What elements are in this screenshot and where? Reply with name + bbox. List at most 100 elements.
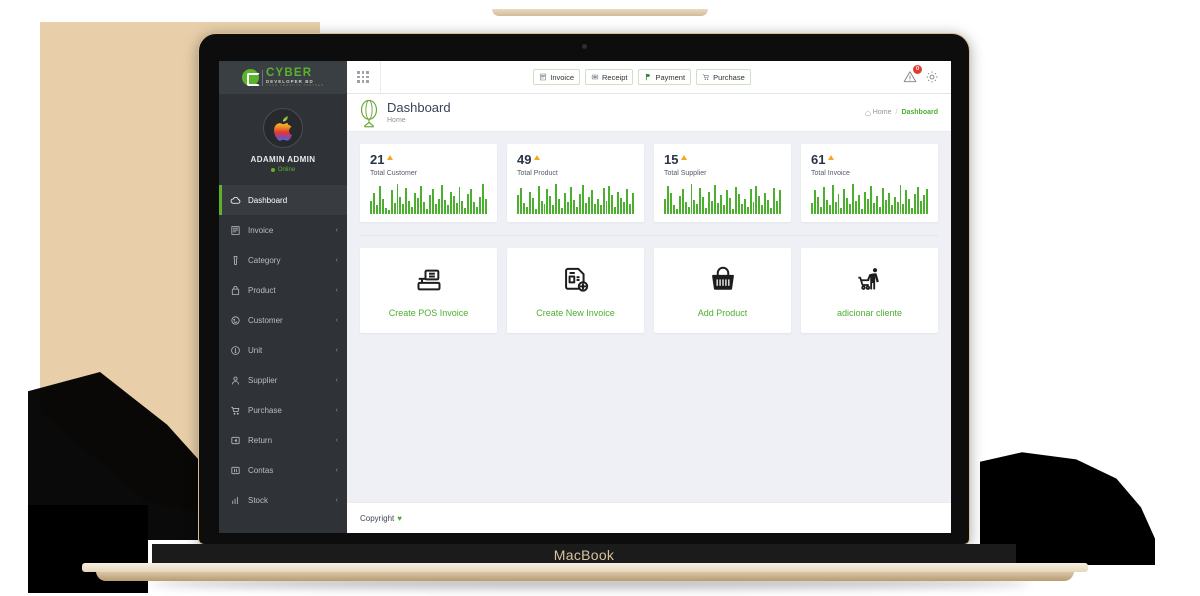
gear-icon[interactable] — [925, 70, 939, 84]
sidebar-item-supplier[interactable]: Supplier ‹ — [219, 365, 347, 395]
topbar-button-label: Invoice — [550, 72, 575, 82]
chevron-left-icon: ‹ — [335, 436, 338, 444]
page-title: Dashboard — [387, 99, 451, 115]
sidebar-item-customer[interactable]: Customer ‹ — [219, 305, 347, 335]
sidebar-item-return[interactable]: Return ‹ — [219, 425, 347, 455]
breadcrumb-home-label: Home — [872, 109, 892, 116]
action-card-label: Add Product — [697, 308, 748, 318]
logo-text: CYBER DEVELOPER BD YOUR CREATIVE PARTNER — [265, 67, 325, 88]
chevron-left-icon: ‹ — [335, 226, 338, 234]
sidebar-item-stock[interactable]: Stock ‹ — [219, 485, 347, 515]
breadcrumb-separator: / — [895, 109, 898, 116]
breadcrumb: Home / Dashboard — [865, 109, 938, 116]
sidebar-item-label: Stock — [248, 495, 269, 505]
topbar: Invoice Receipt Payment Purchase 0 — [347, 61, 951, 94]
screenshot-stage: CYBER DEVELOPER BD YOUR CREATIVE PARTNER — [0, 0, 1200, 596]
sidebar-item-label: Customer — [248, 315, 283, 325]
sidebar-item-unit[interactable]: Unit ‹ — [219, 335, 347, 365]
sidebar-item-contas[interactable]: Contas ‹ — [219, 455, 347, 485]
stat-value-row: 15 — [664, 153, 781, 166]
action-card-label: Create New Invoice — [536, 308, 615, 318]
contas-icon — [230, 465, 241, 476]
home-icon — [865, 109, 871, 115]
topbar-button-label: Payment — [655, 72, 686, 82]
brand-logo[interactable]: CYBER DEVELOPER BD YOUR CREATIVE PARTNER — [241, 67, 325, 88]
contas-icon — [231, 466, 240, 474]
product-bag-icon — [230, 285, 241, 296]
sidebar-item-dashboard[interactable]: Dashboard — [219, 185, 347, 215]
purchase-cart-icon — [231, 406, 240, 415]
sidebar-item-product[interactable]: Product ‹ — [219, 275, 347, 305]
logo-divider — [261, 69, 263, 86]
laptop-base-notch — [492, 9, 708, 16]
trend-up-icon — [828, 155, 835, 160]
chevron-left-icon: ‹ — [335, 496, 338, 504]
stat-value-row: 61 — [811, 153, 928, 166]
shopper-with-cart-icon — [857, 268, 879, 290]
stat-value: 15 — [664, 152, 679, 167]
invoice-icon — [539, 73, 547, 81]
sidebar-logo-bar[interactable]: CYBER DEVELOPER BD YOUR CREATIVE PARTNER — [219, 61, 347, 94]
sidebar-item-label: Return — [248, 435, 273, 445]
chevron-left-icon: ‹ — [335, 376, 338, 384]
main-area: Invoice Receipt Payment Purchase 0 Dashb… — [347, 61, 951, 533]
profile-status: Online — [219, 167, 347, 173]
action-cards-row: Create POS Invoice Create New Invoice Add … — [360, 248, 938, 333]
cash-register-icon — [417, 269, 440, 291]
stat-value-row: 21 — [370, 153, 487, 166]
sparkline-bar-chart — [369, 184, 488, 214]
topbar-button-label: Purchase — [713, 72, 745, 82]
avatar[interactable] — [263, 108, 303, 148]
purchase-cart-icon — [702, 73, 710, 81]
online-status-dot-icon — [270, 168, 275, 172]
trend-up-icon — [387, 155, 394, 160]
product-bag-icon — [231, 285, 240, 295]
page-header: Dashboard Home Home / Dashboard — [347, 94, 951, 132]
topbar-button-invoice[interactable]: Invoice — [533, 69, 581, 85]
dashboard-content: 21 Total Customer 49 Total Product 15 Total S… — [347, 132, 951, 502]
laptop-lid: CYBER DEVELOPER BD YOUR CREATIVE PARTNER — [198, 33, 970, 545]
trend-up-icon — [534, 155, 541, 160]
topbar-button-receipt[interactable]: Receipt — [585, 69, 634, 85]
sidebar-item-label: Product — [248, 285, 276, 295]
grid-menu-icon[interactable] — [357, 71, 369, 83]
topbar-button-payment[interactable]: Payment — [638, 69, 692, 85]
topbar-button-purchase[interactable]: Purchase — [696, 69, 751, 85]
shopper-with-cart-icon — [809, 264, 930, 296]
sidebar-item-label: Invoice — [248, 225, 274, 235]
dashboard-cloud-icon — [230, 196, 241, 204]
action-card-label: Create POS Invoice — [388, 308, 469, 318]
action-card[interactable]: Create New Invoice — [507, 248, 644, 333]
topbar-action-buttons: Invoice Receipt Payment Purchase — [387, 69, 897, 85]
document-add-icon — [564, 267, 588, 292]
profile-name: ADAMIN ADMIN — [250, 155, 316, 164]
chevron-left-icon: ‹ — [335, 406, 338, 414]
sidebar-nav: Dashboard Invoice ‹ Category ‹ Product ‹ Custom… — [219, 185, 347, 515]
trend-up-icon — [681, 155, 688, 160]
stat-value-row: 49 — [517, 153, 634, 166]
stock-bars-icon — [232, 496, 238, 504]
return-icon — [230, 435, 241, 446]
sidebar-item-category[interactable]: Category ‹ — [219, 245, 347, 275]
breadcrumb-home[interactable]: Home — [865, 109, 892, 116]
alert-button[interactable]: 0 — [903, 65, 922, 84]
payment-icon — [644, 73, 652, 81]
sidebar-item-invoice[interactable]: Invoice ‹ — [219, 215, 347, 245]
supplier-user-icon — [232, 376, 239, 385]
sidebar-item-purchase[interactable]: Purchase ‹ — [219, 395, 347, 425]
action-card[interactable]: Create POS Invoice — [360, 248, 497, 333]
category-icon — [230, 255, 241, 266]
action-card[interactable]: Add Product — [654, 248, 791, 333]
invoice-icon — [231, 225, 240, 235]
cyber-c-logo-icon — [241, 69, 260, 86]
logo-tagline-text: YOUR CREATIVE PARTNER — [265, 83, 325, 88]
chevron-left-icon: ‹ — [335, 346, 338, 354]
sidebar-profile: ADAMIN ADMIN Online — [219, 94, 347, 185]
chevron-left-icon: ‹ — [335, 256, 338, 264]
stat-value: 49 — [517, 152, 532, 167]
category-icon — [233, 255, 238, 265]
action-card[interactable]: adicionar cliente — [801, 248, 938, 333]
invoice-icon — [230, 225, 241, 236]
sidebar-item-label: Supplier — [248, 375, 278, 385]
stat-label: Total Invoice — [811, 170, 850, 177]
